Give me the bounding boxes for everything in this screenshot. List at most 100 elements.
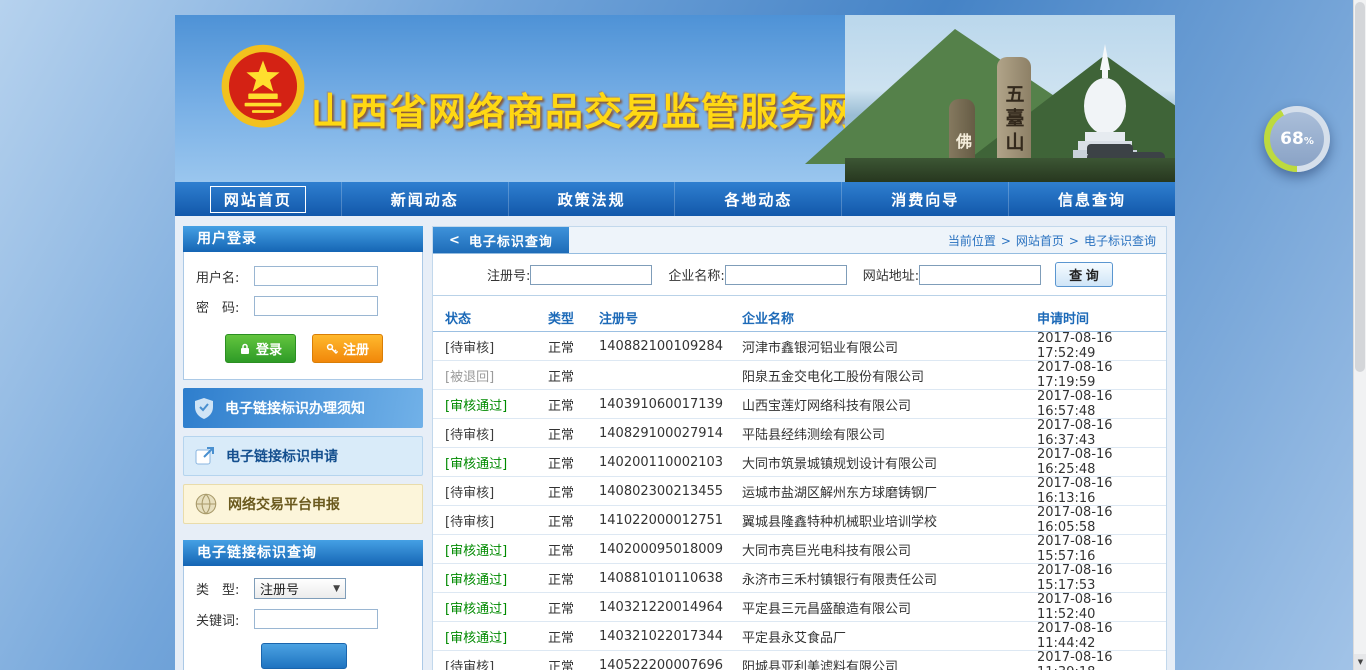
cell-time: 2017-08-16 16:25:48 <box>1037 447 1166 477</box>
key-icon <box>326 343 338 355</box>
cell-reg: 141022000012751 <box>599 513 742 528</box>
cell-reg: 140200095018009 <box>599 542 742 557</box>
header-company: 企业名称 <box>742 308 1037 327</box>
nav-label: 新闻动态 <box>377 186 473 213</box>
keyword-label: 关键词: <box>196 610 254 629</box>
cell-time: 2017-08-16 11:44:42 <box>1037 621 1166 651</box>
content-area: 用户登录 用户名: 密 码: 登录 <box>175 216 1175 670</box>
back-arrow-icon: < <box>449 233 461 248</box>
cell-company: 山西宝莲灯网络科技有限公司 <box>742 395 1037 414</box>
sidebar-query-submit-button[interactable] <box>261 643 347 669</box>
cell-time: 2017-08-16 16:37:43 <box>1037 418 1166 448</box>
cell-reg: 140522200007696 <box>599 658 742 670</box>
cell-status: [审核通过] <box>445 598 548 617</box>
cell-reg: 140321220014964 <box>599 600 742 615</box>
username-label: 用户名: <box>196 267 254 286</box>
cell-time: 2017-08-16 16:13:16 <box>1037 476 1166 506</box>
site-banner: 山西省网络商品交易监管服务网 佛 五臺山 <box>175 15 1175 182</box>
search-bar: 注册号: 企业名称: 网站地址: 查 询 <box>433 254 1166 296</box>
nav-item-info-query[interactable]: 信息查询 <box>1009 182 1175 216</box>
sidebar: 用户登录 用户名: 密 码: 登录 <box>183 226 423 670</box>
nav-item-consumer[interactable]: 消费向导 <box>842 182 1009 216</box>
cell-company: 大同市亮巨光电科技有限公司 <box>742 540 1037 559</box>
nav-item-news[interactable]: 新闻动态 <box>342 182 509 216</box>
cell-company: 翼城县隆鑫特种机械职业培训学校 <box>742 511 1037 530</box>
tab-title: 电子标识查询 <box>469 231 553 250</box>
table-header-row: 状态 类型 注册号 企业名称 申请时间 <box>433 304 1166 332</box>
register-button[interactable]: 注册 <box>312 334 383 363</box>
cell-status: [审核通过] <box>445 627 548 646</box>
banner-link-id-notice[interactable]: 电子链接标识办理须知 <box>183 388 423 428</box>
nav-item-home[interactable]: 网站首页 <box>175 182 342 216</box>
nav-label: 各地动态 <box>710 186 806 213</box>
login-panel: 用户名: 密 码: 登录 <box>183 252 423 380</box>
type-select-value: 注册号 <box>260 579 299 598</box>
cell-type: 正常 <box>548 366 599 385</box>
breadcrumb-current-link[interactable]: 电子标识查询 <box>1084 232 1156 249</box>
cell-type: 正常 <box>548 656 599 670</box>
nav-item-policy[interactable]: 政策法规 <box>509 182 676 216</box>
tab-id-query[interactable]: < 电子标识查询 <box>433 227 569 253</box>
website-input[interactable] <box>919 265 1041 285</box>
table-row: [待审核]正常140882100109284河津市鑫银河铝业有限公司2017-0… <box>433 332 1166 361</box>
password-input[interactable] <box>254 296 378 316</box>
table-row: [审核通过]正常140200095018009大同市亮巨光电科技有限公司2017… <box>433 535 1166 564</box>
cell-company: 阳城县亚利美滤料有限公司 <box>742 656 1037 670</box>
table-row: [审核通过]正常140391060017139山西宝莲灯网络科技有限公司2017… <box>433 390 1166 419</box>
shield-icon <box>192 395 216 421</box>
cell-company: 河津市鑫银河铝业有限公司 <box>742 337 1037 356</box>
nav-item-regional[interactable]: 各地动态 <box>675 182 842 216</box>
table-row: [待审核]正常140802300213455运城市盐湖区解州东方球磨铸钢厂201… <box>433 477 1166 506</box>
cell-type: 正常 <box>548 337 599 356</box>
cell-type: 正常 <box>548 424 599 443</box>
main-panel: < 电子标识查询 当前位置 > 网站首页 > 电子标识查询 注册号: 企业名称:… <box>432 226 1167 670</box>
table-row: [审核通过]正常140321022017344平定县永艾食品厂2017-08-1… <box>433 622 1166 651</box>
table-row: [待审核]正常140829100027914平陆县经纬测绘有限公司2017-08… <box>433 419 1166 448</box>
cell-company: 阳泉五金交电化工股份有限公司 <box>742 366 1037 385</box>
company-name-input[interactable] <box>725 265 847 285</box>
table-row: [审核通过]正常140321220014964平定县三元昌盛酿造有限公司2017… <box>433 593 1166 622</box>
browser-scrollbar[interactable]: ▼ <box>1353 0 1366 670</box>
cell-reg: 140881010110638 <box>599 571 742 586</box>
nav-label: 网站首页 <box>210 186 306 213</box>
table-row: [待审核]正常141022000012751翼城县隆鑫特种机械职业培训学校201… <box>433 506 1166 535</box>
cell-reg: 140391060017139 <box>599 397 742 412</box>
banner-link-label: 电子链接标识申请 <box>226 446 338 466</box>
site-title: 山西省网络商品交易监管服务网 <box>311 81 857 136</box>
banner-link-id-apply[interactable]: 电子链接标识申请 <box>183 436 423 476</box>
table-row: [待审核]正常140522200007696阳城县亚利美滤料有限公司2017-0… <box>433 651 1166 670</box>
cell-type: 正常 <box>548 511 599 530</box>
globe-icon <box>193 491 219 517</box>
scroll-down-button[interactable]: ▼ <box>1354 654 1366 670</box>
cell-company: 永济市三禾村镇银行有限责任公司 <box>742 569 1037 588</box>
cell-company: 运城市盐湖区解州东方球磨铸钢厂 <box>742 482 1037 501</box>
cell-time: 2017-08-16 17:19:59 <box>1037 360 1166 390</box>
breadcrumb-home-link[interactable]: 网站首页 <box>1016 232 1064 249</box>
banner-link-platform-report[interactable]: 网络交易平台申报 <box>183 484 423 524</box>
section-header: < 电子标识查询 当前位置 > 网站首页 > 电子标识查询 <box>433 227 1166 254</box>
cell-reg: 140802300213455 <box>599 484 742 499</box>
cell-company: 平陆县经纬测绘有限公司 <box>742 424 1037 443</box>
id-query-panel-title: 电子链接标识查询 <box>183 540 423 566</box>
table-row: [审核通过]正常140881010110638永济市三禾村镇银行有限责任公司20… <box>433 564 1166 593</box>
login-button[interactable]: 登录 <box>225 334 296 363</box>
password-label: 密 码: <box>196 297 254 316</box>
type-select[interactable]: 注册号 ▼ <box>254 578 346 599</box>
external-link-icon <box>193 444 217 468</box>
username-input[interactable] <box>254 266 378 286</box>
keyword-input[interactable] <box>254 609 378 629</box>
cell-time: 2017-08-16 11:39:18 <box>1037 650 1166 670</box>
search-button[interactable]: 查 询 <box>1055 262 1113 287</box>
cell-reg: 140829100027914 <box>599 426 742 441</box>
breadcrumb-separator: > <box>1001 234 1011 248</box>
reg-number-input[interactable] <box>530 265 652 285</box>
table-body: [待审核]正常140882100109284河津市鑫银河铝业有限公司2017-0… <box>433 332 1166 670</box>
progress-percent-number: 68 <box>1280 129 1304 149</box>
scrollbar-thumb[interactable] <box>1355 2 1365 372</box>
cell-status: [待审核] <box>445 482 548 501</box>
header-type: 类型 <box>548 308 599 327</box>
nav-label: 消费向导 <box>877 186 973 213</box>
scroll-down-icon: ▼ <box>1358 658 1363 666</box>
cell-type: 正常 <box>548 540 599 559</box>
cell-status: [待审核] <box>445 656 548 670</box>
